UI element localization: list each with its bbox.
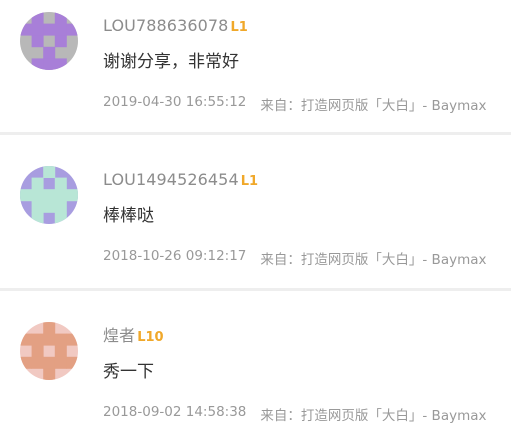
comment-text: 棒棒哒 xyxy=(103,206,154,226)
avatar[interactable] xyxy=(20,322,78,380)
username[interactable]: LOU1494526454 xyxy=(103,168,239,192)
username-line: LOU1494526454 L1 xyxy=(103,168,499,192)
source-prefix: 来自： xyxy=(260,408,301,424)
level-badge: L10 xyxy=(137,330,164,345)
comment-meta: LOU1494526454 L1 棒棒哒 xyxy=(103,168,499,228)
source-link[interactable]: 打造网页版「大白」- Baymax xyxy=(301,94,487,114)
avatar[interactable] xyxy=(20,12,78,70)
comment-meta: LOU788636078 L1 谢谢分享，非常好 xyxy=(103,14,499,74)
comment-item: LOU1494526454 L1 棒棒哒 2018-10-26 09:12:17… xyxy=(0,135,511,288)
source-prefix: 来自： xyxy=(260,98,301,114)
comment-footer: 2018-09-02 14:58:38 来自： 打造网页版「大白」- Bayma… xyxy=(103,404,497,424)
source-link[interactable]: 打造网页版「大白」- Baymax xyxy=(301,248,487,268)
comment-time: 2018-09-02 14:58:38 xyxy=(103,404,247,420)
source-prefix: 来自： xyxy=(260,252,301,268)
username-line: LOU788636078 L1 xyxy=(103,14,499,38)
username[interactable]: 煌者 xyxy=(103,324,135,348)
username[interactable]: LOU788636078 xyxy=(103,14,228,38)
comment-text: 秀一下 xyxy=(103,362,154,382)
comment-item: 煌者 L10 秀一下 2018-09-02 14:58:38 来自： 打造网页版… xyxy=(0,291,511,444)
comment-footer: 2019-04-30 16:55:12 来自： 打造网页版「大白」- Bayma… xyxy=(103,94,497,114)
comment-time: 2018-10-26 09:12:17 xyxy=(103,248,247,264)
comment-item: LOU788636078 L1 谢谢分享，非常好 2019-04-30 16:5… xyxy=(0,0,511,132)
avatar[interactable] xyxy=(20,166,78,224)
source-link[interactable]: 打造网页版「大白」- Baymax xyxy=(301,404,487,424)
username-line: 煌者 L10 xyxy=(103,324,499,348)
level-badge: L1 xyxy=(230,20,248,35)
level-badge: L1 xyxy=(240,174,259,189)
comment-meta: 煌者 L10 秀一下 xyxy=(103,324,499,384)
comment-text: 谢谢分享，非常好 xyxy=(103,52,239,72)
comment-footer: 2018-10-26 09:12:17 来自： 打造网页版「大白」- Bayma… xyxy=(103,248,497,268)
comment-time: 2019-04-30 16:55:12 xyxy=(103,94,247,110)
